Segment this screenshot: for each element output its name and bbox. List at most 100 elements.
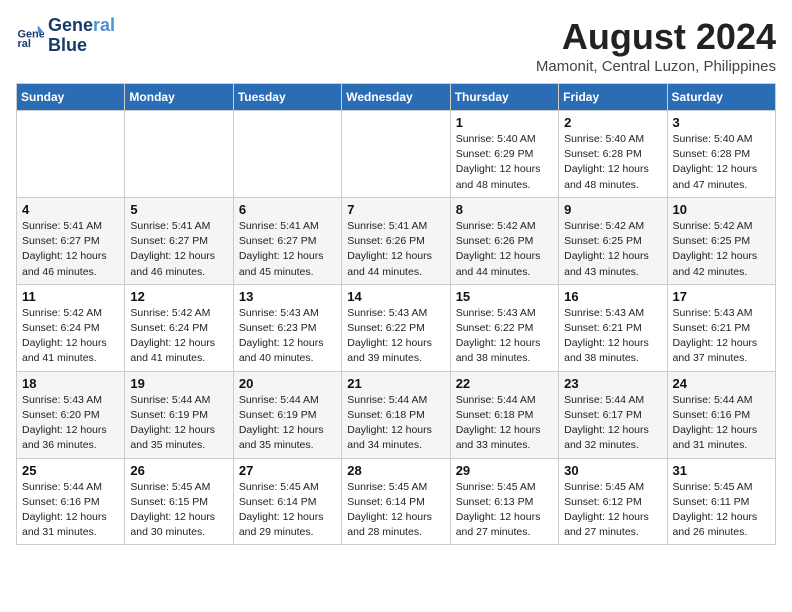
calendar-week-row: 25 Sunrise: 5:44 AMSunset: 6:16 PMDaylig… (17, 458, 776, 545)
calendar-cell: 24 Sunrise: 5:44 AMSunset: 6:16 PMDaylig… (667, 371, 775, 458)
calendar-cell: 5 Sunrise: 5:41 AMSunset: 6:27 PMDayligh… (125, 197, 233, 284)
day-number: 8 (456, 202, 553, 217)
calendar-cell: 26 Sunrise: 5:45 AMSunset: 6:15 PMDaylig… (125, 458, 233, 545)
calendar-cell: 9 Sunrise: 5:42 AMSunset: 6:25 PMDayligh… (559, 197, 667, 284)
day-info: Sunrise: 5:44 AMSunset: 6:19 PMDaylight:… (130, 393, 227, 454)
day-number: 5 (130, 202, 227, 217)
day-info: Sunrise: 5:44 AMSunset: 6:16 PMDaylight:… (673, 393, 770, 454)
day-number: 10 (673, 202, 770, 217)
calendar-cell: 14 Sunrise: 5:43 AMSunset: 6:22 PMDaylig… (342, 284, 450, 371)
day-number: 18 (22, 376, 119, 391)
weekday-header: Monday (125, 84, 233, 111)
calendar-cell: 7 Sunrise: 5:41 AMSunset: 6:26 PMDayligh… (342, 197, 450, 284)
day-info: Sunrise: 5:44 AMSunset: 6:18 PMDaylight:… (456, 393, 553, 454)
day-number: 1 (456, 115, 553, 130)
calendar-cell (233, 111, 341, 198)
logo-text: General Blue (48, 16, 115, 56)
calendar-cell: 20 Sunrise: 5:44 AMSunset: 6:19 PMDaylig… (233, 371, 341, 458)
calendar-cell: 8 Sunrise: 5:42 AMSunset: 6:26 PMDayligh… (450, 197, 558, 284)
calendar-cell: 21 Sunrise: 5:44 AMSunset: 6:18 PMDaylig… (342, 371, 450, 458)
calendar-cell: 13 Sunrise: 5:43 AMSunset: 6:23 PMDaylig… (233, 284, 341, 371)
day-number: 24 (673, 376, 770, 391)
calendar-cell (125, 111, 233, 198)
calendar-header-row: SundayMondayTuesdayWednesdayThursdayFrid… (17, 84, 776, 111)
day-number: 26 (130, 463, 227, 478)
weekday-header: Sunday (17, 84, 125, 111)
weekday-header: Thursday (450, 84, 558, 111)
month-title: August 2024 (536, 16, 776, 58)
day-number: 17 (673, 289, 770, 304)
page-header: Gene ral General Blue August 2024 Mamoni… (16, 16, 776, 75)
day-info: Sunrise: 5:44 AMSunset: 6:19 PMDaylight:… (239, 393, 336, 454)
day-info: Sunrise: 5:45 AMSunset: 6:15 PMDaylight:… (130, 480, 227, 541)
day-info: Sunrise: 5:42 AMSunset: 6:24 PMDaylight:… (130, 306, 227, 367)
day-info: Sunrise: 5:41 AMSunset: 6:27 PMDaylight:… (130, 219, 227, 280)
day-number: 14 (347, 289, 444, 304)
calendar-cell: 19 Sunrise: 5:44 AMSunset: 6:19 PMDaylig… (125, 371, 233, 458)
day-info: Sunrise: 5:40 AMSunset: 6:29 PMDaylight:… (456, 132, 553, 193)
day-info: Sunrise: 5:40 AMSunset: 6:28 PMDaylight:… (564, 132, 661, 193)
calendar-cell: 12 Sunrise: 5:42 AMSunset: 6:24 PMDaylig… (125, 284, 233, 371)
title-block: August 2024 Mamonit, Central Luzon, Phil… (536, 16, 776, 75)
calendar-cell: 1 Sunrise: 5:40 AMSunset: 6:29 PMDayligh… (450, 111, 558, 198)
day-number: 20 (239, 376, 336, 391)
day-info: Sunrise: 5:44 AMSunset: 6:16 PMDaylight:… (22, 480, 119, 541)
day-info: Sunrise: 5:45 AMSunset: 6:11 PMDaylight:… (673, 480, 770, 541)
day-number: 30 (564, 463, 661, 478)
day-info: Sunrise: 5:40 AMSunset: 6:28 PMDaylight:… (673, 132, 770, 193)
calendar-cell: 11 Sunrise: 5:42 AMSunset: 6:24 PMDaylig… (17, 284, 125, 371)
calendar-week-row: 11 Sunrise: 5:42 AMSunset: 6:24 PMDaylig… (17, 284, 776, 371)
calendar-cell: 10 Sunrise: 5:42 AMSunset: 6:25 PMDaylig… (667, 197, 775, 284)
day-info: Sunrise: 5:43 AMSunset: 6:20 PMDaylight:… (22, 393, 119, 454)
weekday-header: Tuesday (233, 84, 341, 111)
weekday-header: Wednesday (342, 84, 450, 111)
calendar-cell: 15 Sunrise: 5:43 AMSunset: 6:22 PMDaylig… (450, 284, 558, 371)
day-number: 28 (347, 463, 444, 478)
day-info: Sunrise: 5:42 AMSunset: 6:24 PMDaylight:… (22, 306, 119, 367)
calendar-cell (17, 111, 125, 198)
day-number: 29 (456, 463, 553, 478)
calendar-cell: 28 Sunrise: 5:45 AMSunset: 6:14 PMDaylig… (342, 458, 450, 545)
location: Mamonit, Central Luzon, Philippines (536, 58, 776, 75)
day-info: Sunrise: 5:43 AMSunset: 6:22 PMDaylight:… (456, 306, 553, 367)
calendar-cell: 3 Sunrise: 5:40 AMSunset: 6:28 PMDayligh… (667, 111, 775, 198)
day-number: 9 (564, 202, 661, 217)
weekday-header: Saturday (667, 84, 775, 111)
calendar-cell: 22 Sunrise: 5:44 AMSunset: 6:18 PMDaylig… (450, 371, 558, 458)
calendar-cell: 17 Sunrise: 5:43 AMSunset: 6:21 PMDaylig… (667, 284, 775, 371)
day-number: 19 (130, 376, 227, 391)
day-number: 4 (22, 202, 119, 217)
weekday-header: Friday (559, 84, 667, 111)
calendar-cell: 4 Sunrise: 5:41 AMSunset: 6:27 PMDayligh… (17, 197, 125, 284)
day-info: Sunrise: 5:41 AMSunset: 6:27 PMDaylight:… (22, 219, 119, 280)
day-number: 31 (673, 463, 770, 478)
day-number: 23 (564, 376, 661, 391)
calendar-cell: 16 Sunrise: 5:43 AMSunset: 6:21 PMDaylig… (559, 284, 667, 371)
day-info: Sunrise: 5:44 AMSunset: 6:17 PMDaylight:… (564, 393, 661, 454)
calendar-cell: 31 Sunrise: 5:45 AMSunset: 6:11 PMDaylig… (667, 458, 775, 545)
day-number: 21 (347, 376, 444, 391)
day-info: Sunrise: 5:42 AMSunset: 6:25 PMDaylight:… (564, 219, 661, 280)
calendar-cell: 29 Sunrise: 5:45 AMSunset: 6:13 PMDaylig… (450, 458, 558, 545)
calendar-cell (342, 111, 450, 198)
day-number: 2 (564, 115, 661, 130)
calendar-table: SundayMondayTuesdayWednesdayThursdayFrid… (16, 83, 776, 545)
day-info: Sunrise: 5:43 AMSunset: 6:22 PMDaylight:… (347, 306, 444, 367)
calendar-cell: 25 Sunrise: 5:44 AMSunset: 6:16 PMDaylig… (17, 458, 125, 545)
day-info: Sunrise: 5:45 AMSunset: 6:12 PMDaylight:… (564, 480, 661, 541)
calendar-cell: 2 Sunrise: 5:40 AMSunset: 6:28 PMDayligh… (559, 111, 667, 198)
day-info: Sunrise: 5:43 AMSunset: 6:23 PMDaylight:… (239, 306, 336, 367)
calendar-cell: 30 Sunrise: 5:45 AMSunset: 6:12 PMDaylig… (559, 458, 667, 545)
day-number: 11 (22, 289, 119, 304)
day-number: 7 (347, 202, 444, 217)
calendar-week-row: 18 Sunrise: 5:43 AMSunset: 6:20 PMDaylig… (17, 371, 776, 458)
day-info: Sunrise: 5:42 AMSunset: 6:25 PMDaylight:… (673, 219, 770, 280)
day-info: Sunrise: 5:43 AMSunset: 6:21 PMDaylight:… (564, 306, 661, 367)
day-info: Sunrise: 5:41 AMSunset: 6:27 PMDaylight:… (239, 219, 336, 280)
day-info: Sunrise: 5:45 AMSunset: 6:14 PMDaylight:… (347, 480, 444, 541)
calendar-cell: 27 Sunrise: 5:45 AMSunset: 6:14 PMDaylig… (233, 458, 341, 545)
day-number: 3 (673, 115, 770, 130)
day-info: Sunrise: 5:45 AMSunset: 6:14 PMDaylight:… (239, 480, 336, 541)
calendar-cell: 6 Sunrise: 5:41 AMSunset: 6:27 PMDayligh… (233, 197, 341, 284)
day-info: Sunrise: 5:42 AMSunset: 6:26 PMDaylight:… (456, 219, 553, 280)
